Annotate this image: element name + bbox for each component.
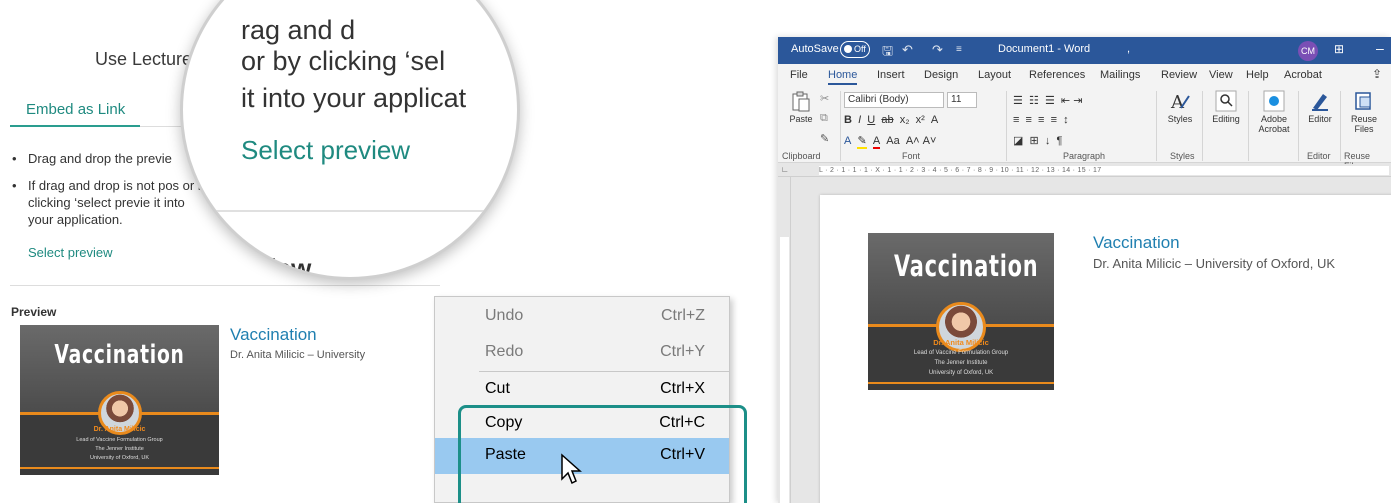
pasted-subtitle: Dr. Anita Milicic – University of Oxford… xyxy=(1093,256,1336,271)
styles-button[interactable]: A Styles xyxy=(1162,90,1198,124)
tab-layout[interactable]: Layout xyxy=(978,69,1011,81)
share-icon[interactable]: ⇪ xyxy=(1372,67,1382,81)
font-name-select[interactable]: Calibri (Body) xyxy=(844,92,944,108)
lecture-thumbnail: Vaccination Dr. Anita Milicic Lead of Va… xyxy=(20,325,219,475)
tab-mailings[interactable]: Mailings xyxy=(1100,69,1140,81)
ribbon-display-icon[interactable]: ⊞ xyxy=(1334,42,1344,56)
redo-icon[interactable]: ↷ xyxy=(932,42,943,58)
select-preview-link[interactable]: Select preview xyxy=(28,245,113,260)
menu-item-cut[interactable]: Cut Ctrl+X xyxy=(435,372,729,408)
instructions-list: Drag and drop the previe If drag and dro… xyxy=(12,150,212,238)
horizontal-ruler: ∟ L · 2 · 1 · 1 · 1 · X · 1 · 1 · 2 · 3 … xyxy=(778,164,1391,177)
editor-icon xyxy=(1312,94,1328,111)
adobe-acrobat-icon xyxy=(1263,90,1285,112)
preview-subtitle: Dr. Anita Milicic – University xyxy=(230,349,366,361)
paste-icon xyxy=(792,91,810,112)
menu-item-undo[interactable]: Undo Ctrl+Z xyxy=(435,299,729,335)
tab-home[interactable]: Home xyxy=(828,69,858,85)
speaker-institute: The Jenner Institute xyxy=(95,446,144,452)
preview-title[interactable]: Vaccination xyxy=(230,325,450,345)
group-label-editor: Editor xyxy=(1307,151,1331,161)
group-label-styles: Styles xyxy=(1170,151,1195,161)
align-icons[interactable]: ≡ ≡ ≡ ≡ ↕ xyxy=(1013,114,1069,126)
tab-review[interactable]: Review xyxy=(1161,69,1197,81)
document-page[interactable]: Vaccination Dr. Anita Milicic Lead of Va… xyxy=(820,195,1391,503)
cut-icon[interactable]: ✂ xyxy=(820,92,829,105)
preview-info: Vaccination Dr. Anita Milicic – Universi… xyxy=(230,325,450,361)
list-item: If drag and drop is not pos or by clicki… xyxy=(12,177,212,228)
ribbon: Paste ✂ ⧉ ✎ Clipboard Calibri (Body) 11 … xyxy=(778,86,1391,171)
save-icon[interactable]: 🖫 xyxy=(882,42,893,64)
group-label-font: Font xyxy=(902,151,921,161)
speaker-name: Dr. Anita Milicic xyxy=(933,338,989,347)
editor-button[interactable]: Editor xyxy=(1302,90,1338,124)
title-separator: , xyxy=(1127,43,1131,55)
thumbnail-title: Vaccination xyxy=(894,248,1039,283)
ribbon-tabs: File Home Insert Design Layout Reference… xyxy=(778,64,1391,86)
reuse-files-icon xyxy=(1355,92,1371,110)
group-label-paragraph: Paragraph xyxy=(1063,151,1106,161)
menu-item-redo[interactable]: Redo Ctrl+Y xyxy=(435,335,729,371)
magnified-text: it into your applicat xyxy=(241,83,467,113)
speaker-university: University of Oxford, UK xyxy=(90,455,149,461)
tab-insert[interactable]: Insert xyxy=(877,69,905,81)
ruler-scale: L · 2 · 1 · 1 · 1 · X · 1 · 1 · 2 · 3 · … xyxy=(819,166,1389,175)
tab-design[interactable]: Design xyxy=(924,69,958,81)
tab-file[interactable]: File xyxy=(790,69,808,81)
thumbnail-title: Vaccination xyxy=(54,340,185,370)
styles-icon: A xyxy=(1170,92,1190,112)
tab-stop-icon[interactable]: ∟ xyxy=(781,165,789,174)
active-tab-indicator xyxy=(10,125,140,127)
speaker-role: Lead of Vaccine Formulation Group xyxy=(76,437,163,443)
tab-embed-as-link[interactable]: Embed as Link xyxy=(26,101,125,118)
magnified-select-preview: Select preview xyxy=(241,135,411,165)
tab-view[interactable]: View xyxy=(1209,69,1233,81)
editing-button[interactable]: Editing xyxy=(1206,90,1246,124)
document-title: Document1 - Word xyxy=(998,43,1091,55)
title-bar: AutoSave Off 🖫 ↶ ↷ ≡ Document1 - Word , … xyxy=(778,37,1391,64)
shading-icons[interactable]: ◪ ⊞ ↓ ¶ xyxy=(1013,134,1062,147)
customize-icon[interactable]: ≡ xyxy=(956,44,962,55)
pasted-title[interactable]: Vaccination xyxy=(1093,233,1391,253)
speaker-name: Dr. Anita Milicic xyxy=(93,426,146,433)
word-window: AutoSave Off 🖫 ↶ ↷ ≡ Document1 - Word , … xyxy=(778,37,1391,503)
magnified-text: rag and d xyxy=(241,15,356,45)
tab-help[interactable]: Help xyxy=(1246,69,1269,81)
reuse-files-button[interactable]: Reuse Files xyxy=(1344,90,1384,134)
lecture-thumbnail: Vaccination Dr. Anita Milicic Lead of Va… xyxy=(868,233,1054,390)
undo-icon[interactable]: ↶ xyxy=(902,42,913,58)
autosave-toggle[interactable]: Off xyxy=(840,41,870,58)
search-icon xyxy=(1215,90,1237,112)
speaker-role: Lead of Vaccine Formulation Group xyxy=(913,350,1009,356)
format-painter-icon[interactable]: ✎ xyxy=(820,132,829,145)
font-color-icons[interactable]: A ✎ A Aa A˄ A˅ xyxy=(844,134,936,149)
copy-icon[interactable]: ⧉ xyxy=(820,112,828,125)
preview-thumbnail[interactable]: Vaccination Dr. Anita Milicic Lead of Va… xyxy=(20,325,219,475)
paste-button[interactable]: Paste xyxy=(786,90,816,124)
tab-acrobat[interactable]: Acrobat xyxy=(1284,69,1322,81)
speaker-university: University of Oxford, UK xyxy=(928,370,994,376)
autosave-label: AutoSave xyxy=(791,43,839,55)
svg-text:A: A xyxy=(1170,92,1185,112)
preview-heading: Preview xyxy=(11,305,57,319)
magnified-preview-heading: Preview xyxy=(213,253,312,280)
copy-paste-highlight xyxy=(458,405,747,503)
user-avatar[interactable]: CM xyxy=(1298,41,1318,61)
tab-references[interactable]: References xyxy=(1029,69,1085,81)
font-size-select[interactable]: 11 xyxy=(947,92,977,108)
minimize-icon[interactable]: – xyxy=(1376,40,1384,56)
divider xyxy=(10,285,440,286)
list-item: Drag and drop the previe xyxy=(12,150,212,167)
mouse-cursor-icon xyxy=(561,453,582,485)
font-format-icons[interactable]: B I U ab x₂ x² A xyxy=(844,114,938,126)
magnified-text: or by clicking ‘sel xyxy=(241,46,446,76)
group-label-clipboard: Clipboard xyxy=(782,151,821,161)
list-icons[interactable]: ☰ ☷ ☰ ⇤ ⇥ xyxy=(1013,94,1082,107)
pasted-info: Vaccination Dr. Anita Milicic – Universi… xyxy=(1093,233,1391,271)
pasted-thumbnail[interactable]: Vaccination Dr. Anita Milicic Lead of Va… xyxy=(868,233,1054,390)
vertical-ruler xyxy=(778,177,791,503)
speaker-institute: The Jenner Institute xyxy=(934,360,988,366)
adobe-acrobat-button[interactable]: Adobe Acrobat xyxy=(1252,90,1296,134)
